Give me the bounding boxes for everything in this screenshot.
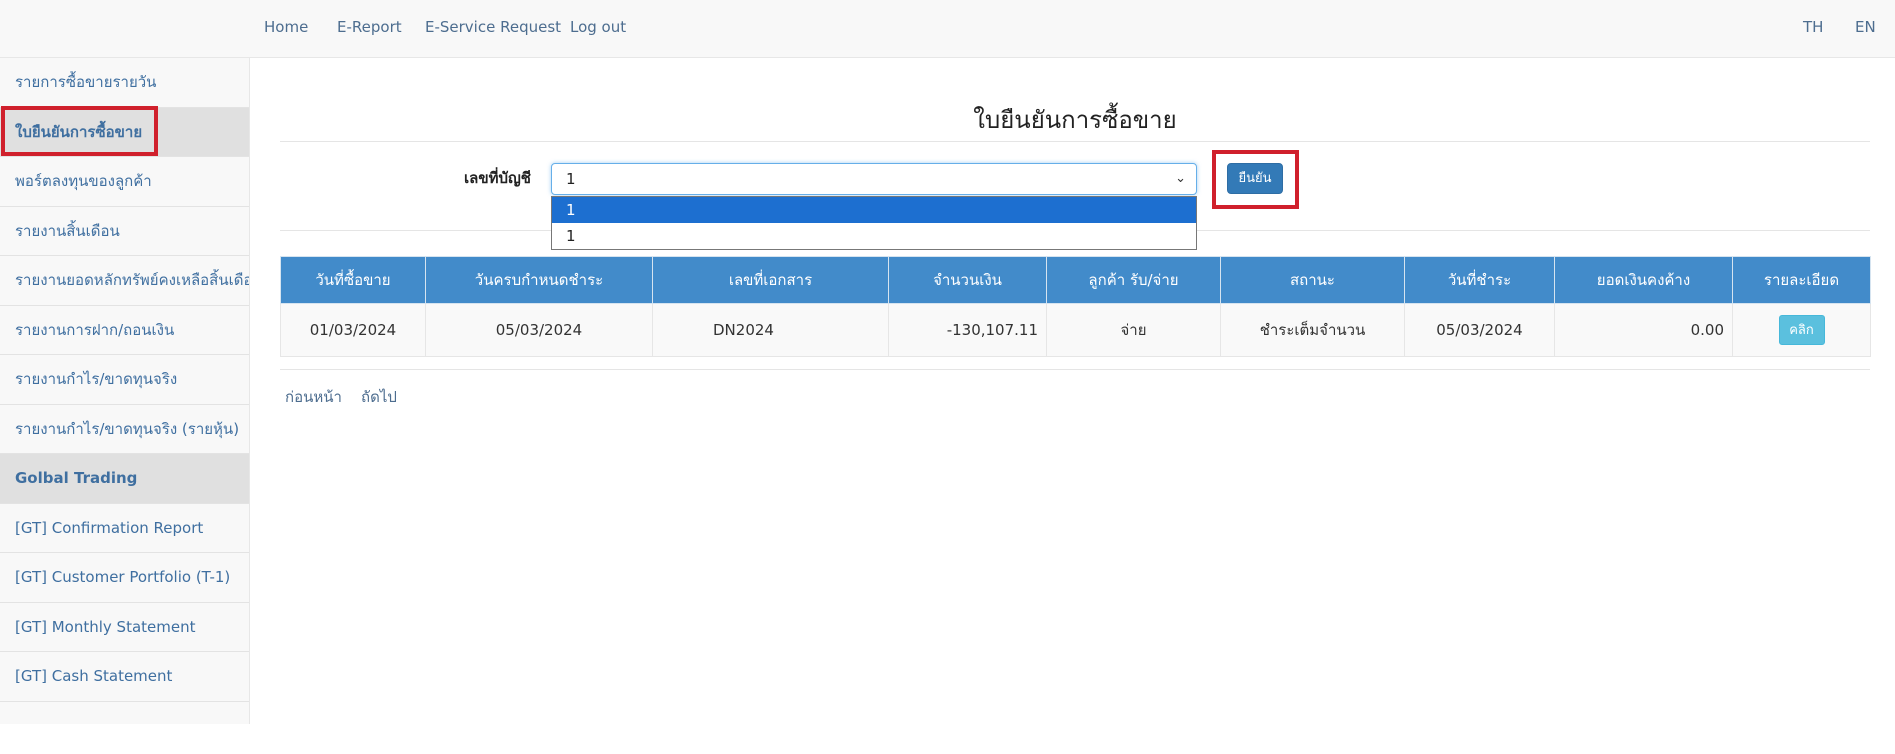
col-receive-pay: ลูกค้า รับ/จ่าย	[1046, 256, 1221, 304]
account-option[interactable]: 1	[552, 223, 1196, 249]
col-detail: รายละเอียด	[1732, 256, 1871, 304]
table-header-row: วันที่ซื้อขาย วันครบกำหนดชำระ เลขที่เอกส…	[280, 256, 1871, 304]
sidebar-item-daily-trades[interactable]: รายการซื้อขายรายวัน	[0, 58, 249, 108]
top-navbar: Home E-Report E-Service Request Log out …	[0, 0, 1895, 58]
nav-logout-link[interactable]: Log out	[570, 18, 626, 36]
divider-top	[280, 141, 1870, 142]
sidebar-item-gt-customer-portfolio[interactable]: [GT] Customer Portfolio (T-1)	[0, 553, 249, 603]
nav-home-link[interactable]: Home	[264, 18, 308, 36]
sidebar-item-realized-pl[interactable]: รายงานกำไร/ขาดทุนจริง	[0, 355, 249, 405]
sidebar-item-gt-cash-statement[interactable]: [GT] Cash Statement	[0, 652, 249, 702]
account-select-value: 1	[566, 170, 576, 188]
page-title: ใบยืนยันการซื้อขาย	[973, 106, 1177, 134]
pager-prev-link[interactable]: ก่อนหน้า	[285, 385, 342, 409]
sidebar-item-month-end-securities[interactable]: รายงานยอดหลักทรัพย์คงเหลือสิ้นเดือน	[0, 256, 249, 306]
col-outstanding: ยอดเงินคงค้าง	[1554, 256, 1733, 304]
col-due-date: วันครบกำหนดชำระ	[425, 256, 653, 304]
confirm-button[interactable]: ยืนยัน	[1227, 163, 1283, 194]
sidebar-item-gt-confirmation-report[interactable]: [GT] Confirmation Report	[0, 504, 249, 553]
nav-e-service-request-link[interactable]: E-Service Request	[425, 18, 561, 36]
sidebar-item-trade-confirmation[interactable]: ใบยืนยันการซื้อขาย	[0, 107, 249, 157]
col-amount: จำนวนเงิน	[888, 256, 1047, 304]
cell-paid-date: 05/03/2024	[1404, 303, 1555, 357]
nav-e-report-link[interactable]: E-Report	[337, 18, 402, 36]
table-row: 01/03/2024 05/03/2024 DN2024 -130,107.11…	[280, 303, 1871, 357]
sidebar-item-realized-pl-by-stock[interactable]: รายงานกำไร/ขาดทุนจริง (รายหุ้น)	[0, 405, 249, 454]
cell-amount: -130,107.11	[888, 303, 1047, 357]
cell-outstanding: 0.00	[1554, 303, 1733, 357]
sidebar-item-monthly-report[interactable]: รายงานสิ้นเดือน	[0, 207, 249, 256]
lang-en-link[interactable]: EN	[1855, 18, 1876, 36]
col-status: สถานะ	[1220, 256, 1405, 304]
cell-status: ชำระเต็มจำนวน	[1220, 303, 1405, 357]
divider-bottom	[280, 369, 1870, 370]
col-paid-date: วันที่ชำระ	[1404, 256, 1555, 304]
sidebar-menu: รายการซื้อขายรายวัน ใบยืนยันการซื้อขาย พ…	[0, 58, 250, 724]
pager-next-link[interactable]: ถัดไป	[361, 385, 397, 409]
cell-detail: คลิก	[1732, 303, 1871, 357]
account-option-selected[interactable]: 1	[552, 197, 1196, 223]
trade-confirmation-table: วันที่ซื้อขาย วันครบกำหนดชำระ เลขที่เอกส…	[280, 256, 1871, 357]
account-number-select[interactable]: 1 ⌄	[551, 163, 1197, 195]
col-trade-date: วันที่ซื้อขาย	[280, 256, 426, 304]
sidebar-section-global-trading: Golbal Trading	[0, 454, 249, 504]
cell-trade-date: 01/03/2024	[280, 303, 426, 357]
sidebar-item-deposit-withdraw[interactable]: รายงานการฝาก/ถอนเงิน	[0, 306, 249, 355]
detail-click-button[interactable]: คลิก	[1778, 315, 1825, 345]
sidebar-item-customer-portfolio[interactable]: พอร์ตลงทุนของลูกค้า	[0, 157, 249, 207]
lang-th-link[interactable]: TH	[1803, 18, 1823, 36]
chevron-down-icon: ⌄	[1175, 171, 1186, 186]
cell-receive-pay: จ่าย	[1046, 303, 1221, 357]
account-number-label: เลขที่บัญชี	[464, 169, 531, 187]
cell-due-date: 05/03/2024	[425, 303, 653, 357]
sidebar-item-gt-monthly-statement[interactable]: [GT] Monthly Statement	[0, 603, 249, 652]
cell-doc-no: DN2024	[652, 303, 889, 357]
col-doc-no: เลขที่เอกสาร	[652, 256, 889, 304]
account-dropdown-list: 1 1	[551, 196, 1197, 250]
